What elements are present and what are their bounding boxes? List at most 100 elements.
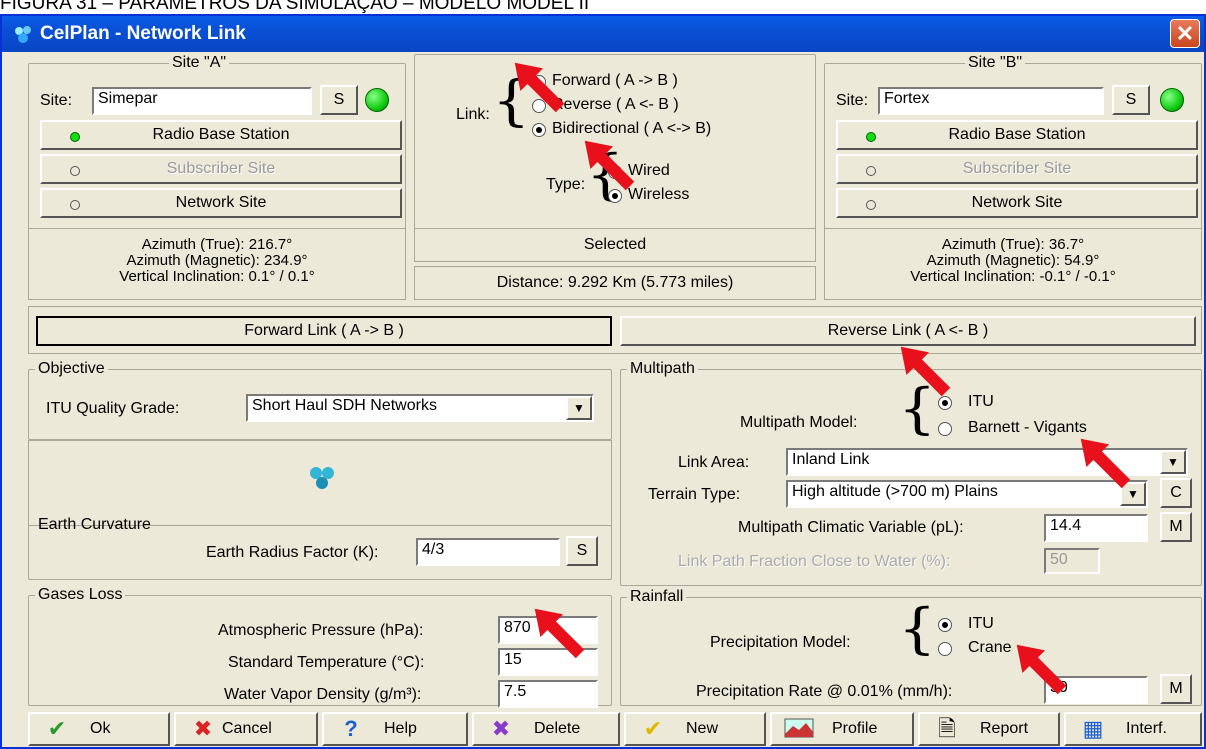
profile-button[interactable]: Profile xyxy=(770,712,914,746)
terrain-type-select[interactable]: High altitude (>700 m) Plains ▼ xyxy=(786,480,1148,508)
site-a-legend: Site "A" xyxy=(172,54,227,71)
site-a-radio-base-button[interactable]: Radio Base Station xyxy=(40,120,402,150)
interference-icon: ▦ xyxy=(1082,716,1104,741)
site-b-input[interactable]: Fortex xyxy=(878,87,1104,115)
gases-loss-legend: Gases Loss xyxy=(38,586,123,603)
site-a-azimuth-true: Azimuth (True): 216.7° xyxy=(141,236,293,253)
water-fraction-label: Link Path Fraction Close to Water (%): xyxy=(678,553,951,570)
precipitation-model-label: Precipitation Model: xyxy=(710,634,851,651)
delete-button[interactable]: ✖ Delete xyxy=(472,712,620,746)
site-a-azimuth-magnetic: Azimuth (Magnetic): 234.9° xyxy=(126,252,308,269)
tab-reverse-link[interactable]: Reverse Link ( A <- B ) xyxy=(620,316,1196,346)
type-wireless-label: Wireless xyxy=(628,186,690,203)
status-dot-icon xyxy=(70,132,80,142)
status-dot-icon xyxy=(866,132,876,142)
precipitation-itu-radio[interactable] xyxy=(938,618,952,632)
multipath-barnett-radio[interactable] xyxy=(938,422,952,436)
climatic-variable-label: Multipath Climatic Variable (pL): xyxy=(738,519,964,536)
water-vapor-input[interactable]: 7.5 xyxy=(498,680,598,708)
water-fraction-input[interactable]: 50 xyxy=(1044,548,1100,574)
close-button[interactable]: ✕ xyxy=(1170,19,1200,48)
link-area-select[interactable]: Inland Link ▼ xyxy=(786,448,1188,476)
precipitation-brace: { xyxy=(898,597,937,660)
climatic-variable-input[interactable]: 14.4 xyxy=(1044,514,1148,542)
interf-button[interactable]: ▦ Interf. xyxy=(1064,712,1202,746)
site-b-status-led xyxy=(1160,88,1184,112)
site-a-s-button[interactable]: S xyxy=(320,85,358,115)
title-bar[interactable]: CelPlan - Network Link ✕ xyxy=(2,16,1204,52)
objective-legend: Objective xyxy=(38,360,105,377)
earth-radius-input[interactable]: 4/3 xyxy=(416,538,560,566)
status-dot-icon xyxy=(866,200,876,210)
type-wired-radio[interactable] xyxy=(608,165,622,179)
site-a-network-button[interactable]: Network Site xyxy=(40,188,402,218)
status-dot-icon xyxy=(70,200,80,210)
app-icon xyxy=(12,24,34,44)
site-b-azimuth-magnetic: Azimuth (Magnetic): 54.9° xyxy=(926,252,1100,269)
site-a-info-panel: Azimuth (True): 216.7° Azimuth (Magnetic… xyxy=(28,228,406,300)
multipath-model-label: Multipath Model: xyxy=(740,414,858,431)
site-b-legend: Site "B" xyxy=(968,54,1023,71)
multipath-itu-label: ITU xyxy=(968,393,994,410)
distance-readout: Distance: 9.292 Km (5.773 miles) xyxy=(414,266,816,300)
delete-x-icon: ✖ xyxy=(491,716,511,741)
cancel-button[interactable]: ✖ Cancel xyxy=(174,712,318,746)
std-temperature-label: Standard Temperature (°C): xyxy=(228,654,425,671)
link-brace: { xyxy=(492,69,531,132)
bottom-toolbar: ✔ Ok ✖ Cancel ? Help ✖ Delete ✔ New Profile 🗎… xyxy=(28,712,1202,748)
ok-button[interactable]: ✔ Ok xyxy=(28,712,170,746)
figure-caption: FIGURA 31 – PARÂMETROS DA SIMULAÇÃO – MO… xyxy=(0,0,590,14)
site-b-label: Site: xyxy=(836,92,869,109)
help-button[interactable]: ? Help xyxy=(322,712,468,746)
atm-pressure-label: Atmospheric Pressure (hPa): xyxy=(218,622,424,639)
water-vapor-label: Water Vapor Density (g/m³): xyxy=(224,686,422,703)
multipath-brace: { xyxy=(898,377,937,440)
profile-chart-icon xyxy=(784,718,814,740)
type-label: Type: xyxy=(546,176,586,193)
chevron-down-icon[interactable]: ▼ xyxy=(1160,450,1186,474)
selected-status: Selected xyxy=(414,228,816,262)
question-icon: ? xyxy=(344,716,358,741)
precipitation-rate-label: Precipitation Rate @ 0.01% (mm/h): xyxy=(696,683,953,700)
placeholder-panel xyxy=(28,440,612,526)
earth-radius-s-button[interactable]: S xyxy=(566,536,598,566)
cross-icon: ✖ xyxy=(193,716,213,741)
multipath-barnett-label: Barnett - Vigants xyxy=(968,419,1087,436)
site-b-radio-base-button[interactable]: Radio Base Station xyxy=(836,120,1198,150)
checkmark-icon: ✔ xyxy=(47,716,67,741)
atm-pressure-input[interactable]: 870 xyxy=(498,616,598,644)
site-a-input[interactable]: Simepar xyxy=(92,87,312,115)
std-temperature-input[interactable]: 15 xyxy=(498,648,598,676)
precipitation-crane-radio[interactable] xyxy=(938,642,952,656)
checkmark-icon: ✔ xyxy=(643,716,663,741)
report-button[interactable]: 🗎 Report xyxy=(918,712,1060,746)
tab-forward-link[interactable]: Forward Link ( A -> B ) xyxy=(36,316,612,346)
site-a-subscriber-button[interactable]: Subscriber Site xyxy=(40,154,402,184)
multipath-legend: Multipath xyxy=(630,360,695,377)
multipath-itu-radio[interactable] xyxy=(938,396,952,410)
itu-quality-select[interactable]: Short Haul SDH Networks ▼ xyxy=(246,394,594,422)
type-wireless-radio[interactable] xyxy=(608,189,622,203)
climatic-m-button[interactable]: M xyxy=(1160,512,1192,542)
link-forward-radio[interactable] xyxy=(532,75,546,89)
site-b-s-button[interactable]: S xyxy=(1112,85,1150,115)
site-a-status-led xyxy=(365,88,389,112)
site-b-subscriber-button[interactable]: Subscriber Site xyxy=(836,154,1198,184)
site-b-azimuth-true: Azimuth (True): 36.7° xyxy=(941,236,1085,253)
site-a-label: Site: xyxy=(40,92,73,109)
precipitation-crane-label: Crane xyxy=(968,639,1012,656)
earth-curvature-legend: Earth Curvature xyxy=(38,516,151,533)
precipitation-m-button[interactable]: M xyxy=(1160,674,1192,704)
link-bidirectional-radio[interactable] xyxy=(532,123,546,137)
link-label: Link: xyxy=(456,106,490,123)
site-b-network-button[interactable]: Network Site xyxy=(836,188,1198,218)
chevron-down-icon[interactable]: ▼ xyxy=(1120,482,1146,506)
rainfall-legend: Rainfall xyxy=(630,588,684,605)
report-icon: 🗎 xyxy=(938,716,956,741)
link-reverse-radio[interactable] xyxy=(532,99,546,113)
new-button[interactable]: ✔ New xyxy=(624,712,766,746)
chevron-down-icon[interactable]: ▼ xyxy=(566,396,592,420)
terrain-c-button[interactable]: C xyxy=(1160,478,1192,508)
precipitation-rate-input[interactable]: 30 xyxy=(1044,676,1148,704)
type-wired-label: Wired xyxy=(628,162,670,179)
